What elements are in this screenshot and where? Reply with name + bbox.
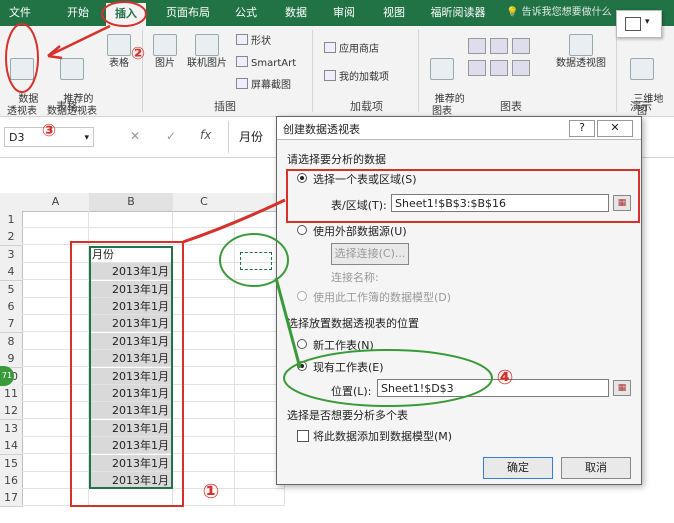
annotation-number-2: ② xyxy=(130,44,146,64)
annotation-connector-red xyxy=(182,198,286,244)
annotation-box-range xyxy=(286,169,640,223)
annotation-circle-pivot xyxy=(5,23,39,93)
annotation-number-1: ① xyxy=(202,479,220,503)
annotation-circle-location xyxy=(283,349,493,407)
annotation-box-data xyxy=(70,241,184,507)
annotation-number-4: ④ xyxy=(496,365,514,389)
annotation-circle-target xyxy=(219,233,289,287)
annotation-connector-green xyxy=(274,277,302,369)
annotation-arrow xyxy=(47,24,111,58)
annotation-number-3: ③ xyxy=(41,121,57,141)
annotation-circle-insert xyxy=(101,1,147,27)
annotation-overlay xyxy=(5,1,640,507)
